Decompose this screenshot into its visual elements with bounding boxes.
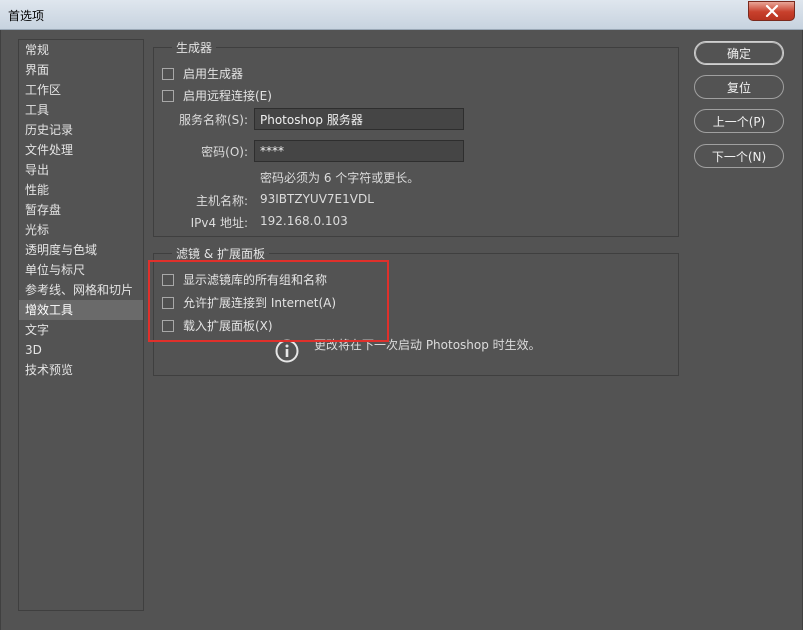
next-button[interactable]: 下一个(N) [694, 144, 784, 168]
category-list: 常规 界面 工作区 工具 历史记录 文件处理 导出 性能 暂存盘 光标 透明度与… [18, 39, 144, 611]
sidebar-item-type[interactable]: 文字 [19, 320, 143, 340]
ipv4-label: IPv4 地址: [190, 216, 248, 230]
sidebar-item-3d[interactable]: 3D [19, 340, 143, 360]
sidebar-item-export[interactable]: 导出 [19, 160, 143, 180]
enable-remote-label[interactable]: 启用远程连接(E) [183, 87, 272, 104]
sidebar-item-file-handling[interactable]: 文件处理 [19, 140, 143, 160]
sidebar-item-cursors[interactable]: 光标 [19, 220, 143, 240]
dialog-content: 常规 界面 工作区 工具 历史记录 文件处理 导出 性能 暂存盘 光标 透明度与… [0, 30, 803, 630]
generator-group: 生成器 启用生成器 启用远程连接(E) 服务名称(S): 密码(O): 密码必须… [153, 39, 679, 237]
enable-generator-label[interactable]: 启用生成器 [183, 65, 243, 82]
sidebar-item-history[interactable]: 历史记录 [19, 120, 143, 140]
sidebar-item-scratch-disks[interactable]: 暂存盘 [19, 200, 143, 220]
sidebar-item-transparency[interactable]: 透明度与色域 [19, 240, 143, 260]
password-input[interactable] [254, 140, 464, 162]
window-title: 首选项 [8, 9, 45, 23]
sidebar-item-guides-grid[interactable]: 参考线、网格和切片 [19, 280, 143, 300]
ok-button[interactable]: 确定 [694, 41, 784, 65]
sidebar-item-performance[interactable]: 性能 [19, 180, 143, 200]
sidebar-item-interface[interactable]: 界面 [19, 60, 143, 80]
service-name-input[interactable] [254, 108, 464, 130]
highlight-box [148, 260, 389, 342]
hostname-label: 主机名称: [195, 194, 248, 208]
prev-button[interactable]: 上一个(P) [694, 109, 784, 133]
close-icon [765, 5, 778, 17]
password-hint: 密码必须为 6 个字符或更长。 [260, 171, 420, 185]
password-label: 密码(O): [201, 145, 248, 159]
sidebar-item-general[interactable]: 常规 [19, 40, 143, 60]
enable-generator-checkbox[interactable] [162, 67, 174, 80]
sidebar-item-tech-preview[interactable]: 技术预览 [19, 360, 143, 380]
title-bar: 首选项 [0, 0, 803, 30]
info-icon [275, 339, 299, 363]
sidebar-item-units-rulers[interactable]: 单位与标尺 [19, 260, 143, 280]
reset-button[interactable]: 复位 [694, 75, 784, 99]
enable-remote-checkbox[interactable] [162, 89, 174, 102]
enable-generator-row[interactable]: 启用生成器 [162, 65, 243, 82]
sidebar-item-tools[interactable]: 工具 [19, 100, 143, 120]
generator-group-title: 生成器 [172, 39, 217, 56]
service-name-label: 服务名称(S): [178, 113, 248, 127]
hostname-value: 93IBTZYUV7E1VDL [260, 192, 374, 206]
ipv4-value: 192.168.0.103 [260, 214, 348, 228]
sidebar-item-plugins[interactable]: 增效工具 [19, 300, 143, 320]
sidebar-item-workspace[interactable]: 工作区 [19, 80, 143, 100]
enable-remote-row[interactable]: 启用远程连接(E) [162, 87, 272, 104]
close-button[interactable] [748, 1, 795, 21]
